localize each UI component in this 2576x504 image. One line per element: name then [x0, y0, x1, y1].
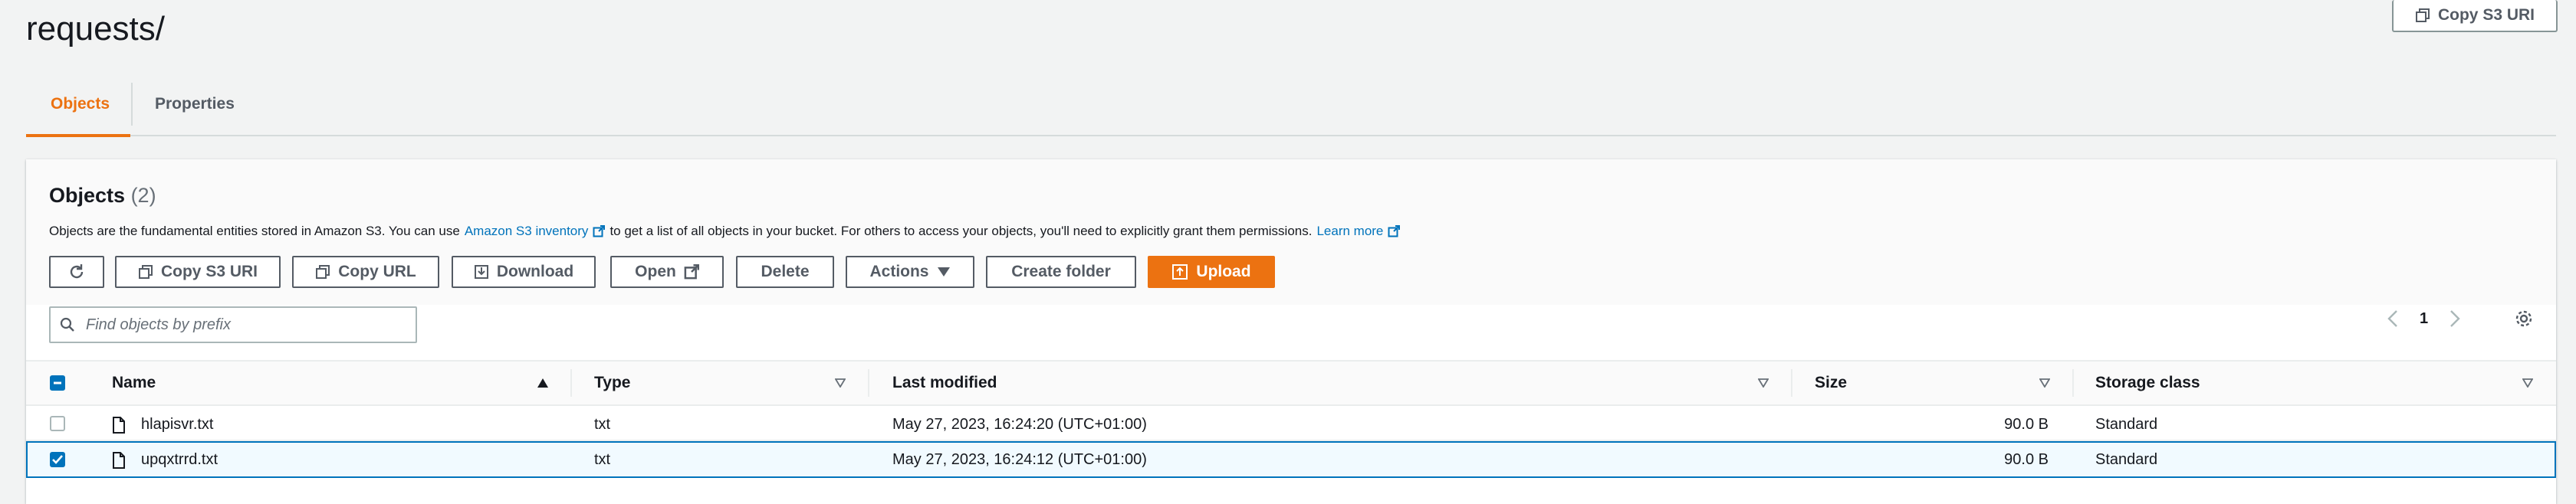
chevron-left-icon[interactable] [2387, 309, 2398, 328]
amazon-s3-inventory-link[interactable]: Amazon S3 inventory [465, 224, 589, 239]
copy-icon [316, 265, 330, 279]
object-name-link[interactable]: hlapisvr.txt [141, 407, 213, 441]
open-button[interactable]: Open [610, 256, 724, 288]
column-header-size[interactable]: Size [1815, 360, 1847, 406]
objects-description: Objects are the fundamental entities sto… [49, 224, 1401, 239]
objects-count: (2) [130, 184, 156, 207]
copy-url-button[interactable]: Copy URL [292, 256, 439, 288]
search-input[interactable] [84, 315, 394, 335]
column-divider [2072, 369, 2074, 397]
indeterminate-icon [54, 381, 61, 385]
select-all-checkbox[interactable] [50, 375, 65, 391]
column-header-last-modified[interactable]: Last modified [892, 360, 997, 406]
object-storage-class: Standard [2095, 415, 2158, 433]
actions-label: Actions [869, 263, 929, 280]
gear-icon[interactable] [2514, 309, 2534, 329]
tab-divider [131, 83, 133, 126]
caret-down-icon [937, 267, 950, 277]
page-number[interactable]: 1 [2420, 310, 2428, 328]
table-row[interactable] [26, 407, 2556, 441]
file-icon [113, 417, 125, 434]
object-type: txt [594, 415, 611, 433]
actions-dropdown-button[interactable]: Actions [846, 256, 974, 288]
upload-button[interactable]: Upload [1148, 256, 1275, 288]
tab-properties[interactable]: Properties [155, 74, 235, 135]
pagination: 1 [2387, 305, 2534, 332]
checkmark-icon [52, 455, 63, 464]
description-text-1: Objects are the fundamental entities sto… [49, 224, 460, 238]
create-folder-label: Create folder [1011, 263, 1111, 280]
column-header-type[interactable]: Type [594, 360, 630, 406]
column-header-name[interactable]: Name [112, 360, 156, 406]
refresh-button[interactable] [49, 256, 104, 288]
sort-ascending-icon[interactable] [537, 378, 549, 388]
column-divider [1791, 369, 1792, 397]
search-box [49, 306, 417, 343]
sort-toggle-icon[interactable] [2522, 378, 2533, 388]
description-text-2: to get a list of all objects in your buc… [610, 224, 1313, 238]
sort-toggle-icon[interactable] [2039, 378, 2050, 388]
object-last-modified: May 27, 2023, 16:24:12 (UTC+01:00) [892, 450, 1147, 468]
tab-objects[interactable]: Objects [51, 74, 110, 135]
object-type: txt [594, 450, 611, 468]
object-storage-class: Standard [2095, 450, 2158, 468]
objects-title: Objects [49, 184, 126, 207]
object-size: 90.0 B [2004, 450, 2049, 468]
download-icon [474, 265, 488, 279]
column-divider [868, 369, 869, 397]
copy-s3-uri-button[interactable]: Copy S3 URI [115, 256, 281, 288]
file-icon [113, 452, 125, 469]
sort-toggle-icon[interactable] [835, 378, 846, 388]
download-button[interactable]: Download [452, 256, 596, 288]
copy-s3-uri-label: Copy S3 URI [160, 263, 258, 280]
tab-bar: Objects Properties [26, 74, 2556, 137]
objects-heading: Objects (2) [49, 184, 156, 208]
copy-icon [2415, 8, 2430, 22]
upload-label: Upload [1196, 263, 1251, 280]
object-last-modified: May 27, 2023, 16:24:20 (UTC+01:00) [892, 415, 1147, 433]
chevron-right-icon[interactable] [2450, 309, 2460, 328]
refresh-icon [70, 264, 84, 279]
open-label: Open [635, 263, 676, 280]
object-size: 90.0 B [2004, 415, 2049, 433]
row-checkbox[interactable] [50, 416, 65, 431]
download-label: Download [496, 263, 574, 280]
external-link-icon [593, 225, 606, 237]
upload-icon [1172, 264, 1188, 280]
copy-s3-uri-header-label: Copy S3 URI [2437, 6, 2535, 24]
copy-s3-uri-header-button[interactable]: Copy S3 URI [2392, 0, 2558, 32]
delete-button[interactable]: Delete [736, 256, 834, 288]
search-icon [60, 317, 74, 332]
table-row-selected[interactable] [26, 441, 2556, 478]
page-title: requests/ [26, 10, 165, 47]
external-link-icon [684, 264, 699, 280]
object-name-link[interactable]: upqxtrrd.txt [141, 443, 218, 476]
learn-more-link[interactable]: Learn more [1316, 224, 1383, 239]
tab-active-indicator [26, 134, 130, 137]
create-folder-button[interactable]: Create folder [986, 256, 1136, 288]
column-divider [570, 369, 572, 397]
copy-url-label: Copy URL [338, 263, 416, 280]
column-header-storage-class[interactable]: Storage class [2095, 360, 2200, 406]
delete-label: Delete [761, 263, 810, 280]
sort-toggle-icon[interactable] [1758, 378, 1769, 388]
external-link-icon [1388, 225, 1401, 237]
copy-icon [138, 265, 153, 279]
row-checkbox[interactable] [50, 452, 65, 467]
